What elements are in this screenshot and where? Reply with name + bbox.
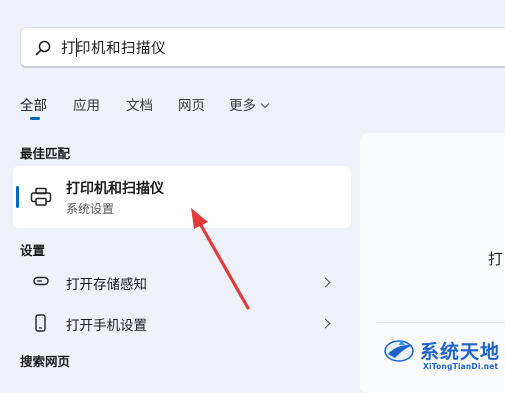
storage-icon: [33, 276, 49, 286]
chevron-right-icon: [320, 318, 331, 329]
tab-documents[interactable]: 文档: [126, 94, 153, 114]
tab-web[interactable]: 网页: [178, 94, 205, 114]
list-item-label: 打开手机设置: [66, 318, 147, 334]
tab-all[interactable]: 全部: [20, 94, 47, 114]
preview-panel-text: 打: [488, 250, 504, 268]
chevron-right-icon: [320, 277, 331, 288]
active-tab-indicator: [30, 117, 40, 120]
best-match-heading: 最佳匹配: [20, 146, 71, 161]
divider: [377, 322, 505, 323]
list-item-label: 打开存储感知: [66, 277, 147, 293]
tab-more-label: 更多: [229, 98, 256, 114]
best-match-title: 打印机和扫描仪: [66, 181, 164, 197]
phone-icon: [35, 314, 46, 332]
best-match-subtitle: 系统设置: [66, 202, 115, 216]
search-icon: [35, 40, 51, 56]
watermark-name: 系统天地: [420, 341, 501, 363]
settings-heading: 设置: [20, 243, 46, 258]
watermark-logo-icon: [384, 340, 414, 362]
web-search-heading: 搜索网页: [20, 354, 71, 369]
chevron-down-icon: [260, 99, 270, 109]
list-item-storage-sense[interactable]: 打开存储感知: [20, 264, 350, 300]
printer-icon: [30, 187, 52, 206]
watermark-url: XiTongTianDi.net: [423, 362, 499, 371]
list-item-phone-settings[interactable]: 打开手机设置: [20, 305, 350, 341]
tab-more[interactable]: 更多: [229, 94, 270, 114]
selection-indicator: [16, 186, 19, 208]
text-caret: [76, 38, 77, 57]
tab-apps[interactable]: 应用: [73, 94, 100, 114]
best-match-card[interactable]: [13, 166, 351, 228]
search-box[interactable]: 打印机和扫描仪: [20, 27, 505, 68]
